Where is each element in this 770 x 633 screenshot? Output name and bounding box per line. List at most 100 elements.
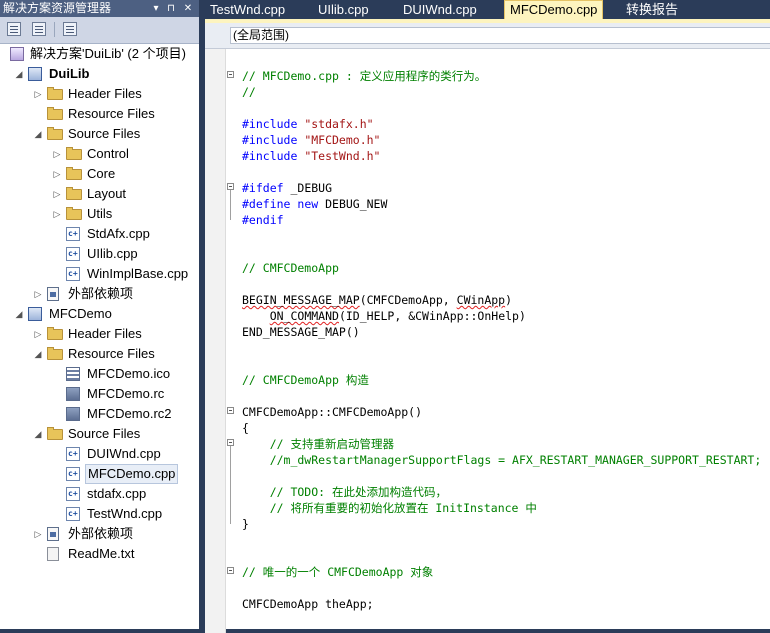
code-line: // 支持重新启动管理器 (242, 436, 394, 452)
folder-icon (47, 327, 63, 340)
code-token: ON_COMMAND (269, 309, 339, 323)
collapse-arrow-icon[interactable]: ◢ (14, 304, 24, 324)
tab-testwnd-cpp[interactable]: TestWnd.cpp (205, 0, 290, 19)
tree-item-source-files[interactable]: ◢ Source Files (0, 124, 199, 144)
expand-arrow-icon[interactable]: ▷ (52, 184, 62, 204)
code-token: new (297, 197, 326, 211)
tab-mfcdemo-cpp[interactable]: MFCDemo.cpp (504, 0, 604, 19)
tree-item-label: Source Files (68, 426, 141, 441)
fold-marker-constructor[interactable] (227, 407, 234, 414)
code-token: } (242, 517, 249, 531)
code-token: #include (242, 117, 305, 131)
close-icon[interactable]: ✕ (182, 0, 194, 17)
tree-item-resource-files[interactable]: ◢ Resource Files (0, 344, 199, 364)
tree-item-item[interactable]: ▷ 外部依赖项 (0, 284, 199, 304)
tree-item-control[interactable]: ▷ Control (0, 144, 199, 164)
tree-item-mfcdemo-rc2[interactable]: MFCDemo.rc2 (0, 404, 199, 424)
external-icon (47, 287, 59, 301)
tree-item-mfcdemo[interactable]: ◢ MFCDemo (0, 304, 199, 324)
tree-item-winimplbase-cpp[interactable]: WinImplBase.cpp (0, 264, 199, 284)
toolbar-separator (54, 22, 55, 37)
rc-icon (66, 387, 80, 401)
code-token: // CMFCDemoApp (242, 261, 339, 275)
collapse-arrow-icon[interactable]: ◢ (33, 424, 43, 444)
fold-marker-comment-block[interactable] (227, 439, 234, 446)
expand-arrow-icon[interactable]: ▷ (52, 144, 62, 164)
code-token: #endif (242, 213, 284, 227)
tree-item-readme-txt[interactable]: ReadMe.txt (0, 544, 199, 564)
tree-item-stdafx-cpp[interactable]: stdafx.cpp (0, 484, 199, 504)
fold-marker-ifdef[interactable] (227, 183, 234, 190)
code-area[interactable]: // MFCDemo.cpp : 定义应用程序的类行为。 // #include "… (242, 49, 770, 633)
fold-line (230, 446, 231, 524)
collapse-arrow-icon[interactable]: ◢ (33, 344, 43, 364)
dropdown-arrow-icon[interactable]: ▾ (150, 0, 162, 17)
tree-item-label: StdAfx.cpp (87, 226, 150, 241)
tree-item-mfcdemo-cpp[interactable]: MFCDemo.cpp (0, 464, 199, 484)
code-line: // TODO: 在此处添加构造代码， (242, 484, 447, 500)
code-token: END_MESSAGE_MAP() (242, 325, 360, 339)
tree-item-header-files[interactable]: ▷ Header Files (0, 324, 199, 344)
code-token: #include (242, 149, 305, 163)
expand-arrow-icon[interactable]: ▷ (33, 324, 43, 344)
folder-icon (47, 107, 63, 120)
tree-item-header-files[interactable]: ▷ Header Files (0, 84, 199, 104)
folder-icon (47, 347, 63, 360)
tab-duiwnd-cpp[interactable]: DUIWnd.cpp (398, 0, 482, 19)
tab-conversion-report[interactable]: 转换报告 (621, 0, 683, 19)
expand-arrow-icon[interactable]: ▷ (52, 164, 62, 184)
tree-item-label: MFCDemo.rc2 (87, 406, 172, 421)
tree-item-source-files[interactable]: ◢ Source Files (0, 424, 199, 444)
code-line: { (242, 420, 249, 436)
navigation-bar: (全局范围) (205, 23, 770, 49)
tree-item-duilib[interactable]: ◢ DuiLib (0, 64, 199, 84)
expand-arrow-icon[interactable]: ▷ (52, 204, 62, 224)
tree-item-label: MFCDemo.rc (87, 386, 165, 401)
tree-item-stdafx-cpp[interactable]: StdAfx.cpp (0, 224, 199, 244)
collapse-arrow-icon[interactable]: ◢ (14, 64, 24, 84)
pin-icon[interactable]: ⊓ (165, 0, 177, 17)
tree-item-uilib-cpp[interactable]: UIlib.cpp (0, 244, 199, 264)
expand-arrow-icon[interactable]: ▷ (33, 284, 43, 304)
expand-arrow-icon[interactable]: ▷ (33, 84, 43, 104)
tree-item-mfcdemo-rc[interactable]: MFCDemo.rc (0, 384, 199, 404)
tree-item-core[interactable]: ▷ Core (0, 164, 199, 184)
document-tab-bar: TestWnd.cpp UIlib.cpp DUIWnd.cpp MFCDemo… (205, 0, 770, 19)
expand-arrow-icon[interactable]: ▷ (33, 524, 43, 544)
refresh-icon[interactable] (63, 22, 77, 36)
tree-item-duilib-2[interactable]: 解决方案'DuiLib' (2 个项目) (0, 44, 199, 64)
code-line: // CMFCDemoApp 构造 (242, 372, 369, 388)
code-token: CMFCDemoApp theApp; (242, 597, 374, 611)
code-line: // MFCDemo.cpp : 定义应用程序的类行为。 (242, 68, 486, 84)
tree-item-label: MFCDemo.cpp (85, 464, 179, 484)
code-editor: (全局范围) // MFCDemo.cpp : 定义应用程序的类行为。 // #in… (205, 19, 770, 633)
tree-item-item[interactable]: ▷ 外部依赖项 (0, 524, 199, 544)
scope-dropdown[interactable]: (全局范围) (230, 27, 770, 44)
tree-item-resource-files[interactable]: Resource Files (0, 104, 199, 124)
collapse-arrow-icon[interactable]: ◢ (33, 124, 43, 144)
folder-icon (47, 127, 63, 140)
file-icon (47, 547, 59, 561)
code-token: CMFCDemoApp::CMFCDemoApp() (242, 405, 423, 419)
code-token: (ID_HELP, &CWinApp::OnHelp) (338, 309, 526, 323)
tree-item-label: 外部依赖项 (68, 526, 134, 541)
tree-item-testwnd-cpp[interactable]: TestWnd.cpp (0, 504, 199, 524)
code-line: #define new DEBUG_NEW (242, 196, 387, 212)
tree-item-layout[interactable]: ▷ Layout (0, 184, 199, 204)
fold-marker-header-comment[interactable] (227, 71, 234, 78)
external-icon (47, 527, 59, 541)
code-token: #define (242, 197, 298, 211)
tree-item-utils[interactable]: ▷ Utils (0, 204, 199, 224)
tab-uilib-cpp[interactable]: UIlib.cpp (313, 0, 374, 19)
folder-icon (66, 167, 82, 180)
tree-item-duiwnd-cpp[interactable]: DUIWnd.cpp (0, 444, 199, 464)
properties-icon[interactable] (7, 22, 21, 36)
code-line: BEGIN_MESSAGE_MAP(CMFCDemoApp, CWinApp) (242, 292, 512, 308)
ico-icon (66, 367, 80, 381)
project-icon (28, 67, 42, 81)
fold-marker-theapp-comment[interactable] (227, 567, 234, 574)
code-line: #endif (242, 212, 284, 228)
tree-item-mfcdemo-ico[interactable]: MFCDemo.ico (0, 364, 199, 384)
show-all-files-icon[interactable] (32, 22, 46, 36)
tree-item-label: UIlib.cpp (87, 246, 138, 261)
